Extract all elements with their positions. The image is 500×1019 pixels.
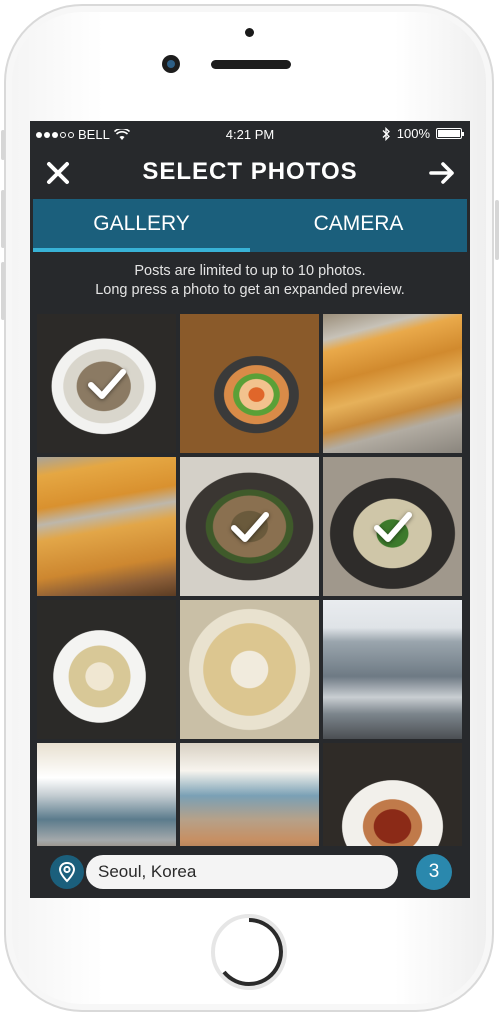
page-title: SELECT PHOTOS xyxy=(142,158,358,185)
volume-down-button xyxy=(1,262,5,320)
photo-thumbnail[interactable] xyxy=(180,314,319,453)
photo-grid xyxy=(37,314,463,882)
photo-thumbnail[interactable] xyxy=(323,600,462,739)
tab-gallery[interactable]: GALLERY xyxy=(33,199,250,252)
front-camera xyxy=(162,55,180,73)
loading-spinner-icon xyxy=(222,918,283,986)
location-button[interactable] xyxy=(50,855,84,889)
bluetooth-icon xyxy=(382,126,390,141)
checkmark-icon xyxy=(230,509,270,545)
tab-camera[interactable]: CAMERA xyxy=(250,199,467,252)
photo-thumbnail[interactable] xyxy=(323,314,462,453)
status-bar: BELL 4:21 PM 100% xyxy=(30,121,470,147)
top-bar: SELECT PHOTOS xyxy=(30,147,470,199)
photo-limit-hint: Posts are limited to up to 10 photos. Lo… xyxy=(30,262,470,300)
selected-count-badge[interactable]: 3 xyxy=(416,854,452,890)
mute-switch xyxy=(1,130,5,160)
checkmark-icon xyxy=(373,509,413,545)
photo-thumbnail[interactable] xyxy=(180,600,319,739)
checkmark-icon xyxy=(87,366,127,402)
proximity-sensor xyxy=(245,28,254,37)
bottom-bar: Seoul, Korea 3 xyxy=(30,846,470,898)
earpiece-speaker xyxy=(211,60,291,69)
next-button[interactable] xyxy=(428,159,456,187)
volume-up-button xyxy=(1,190,5,248)
home-button[interactable] xyxy=(211,914,287,990)
power-button xyxy=(495,200,499,260)
hint-line-2: Long press a photo to get an expanded pr… xyxy=(95,282,405,298)
app-screen: BELL 4:21 PM 100% SELECT PHOTOS GALLERY … xyxy=(30,121,470,898)
source-tabs: GALLERY CAMERA xyxy=(33,199,467,252)
photo-thumbnail[interactable] xyxy=(180,457,319,596)
photo-thumbnail[interactable] xyxy=(323,457,462,596)
location-input[interactable]: Seoul, Korea xyxy=(86,855,398,889)
status-right: 100% xyxy=(381,126,464,141)
arrow-right-icon xyxy=(429,162,454,184)
battery-percent: 100% xyxy=(396,126,430,141)
photo-thumbnail[interactable] xyxy=(37,600,176,739)
photo-thumbnail[interactable] xyxy=(37,457,176,596)
battery-icon xyxy=(436,128,464,139)
location-pin-icon xyxy=(58,861,76,883)
photo-thumbnail[interactable] xyxy=(37,314,176,453)
hint-line-1: Posts are limited to up to 10 photos. xyxy=(134,263,366,279)
